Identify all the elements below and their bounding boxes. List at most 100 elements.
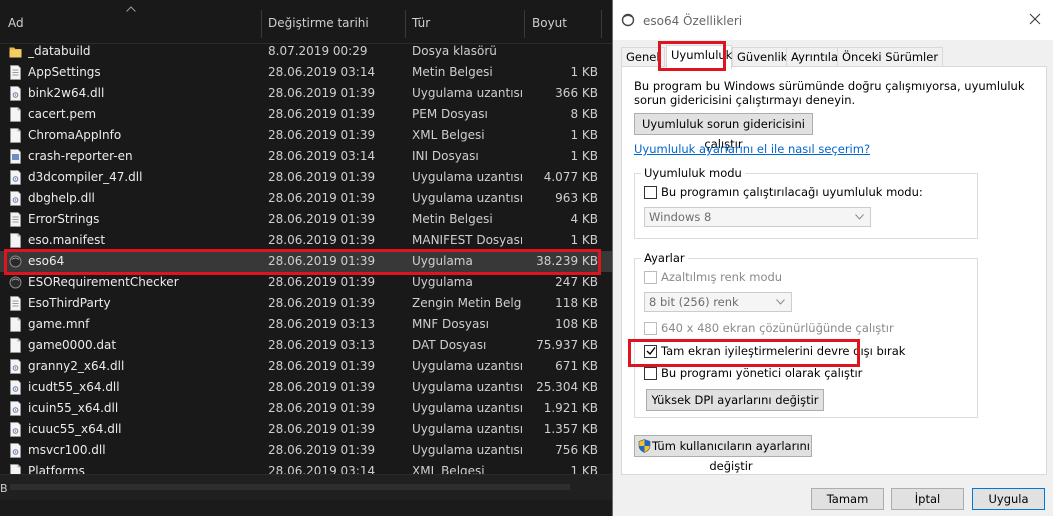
file-row[interactable]: ErrorStrings 28.06.2019 01:39 Metin Belges… <box>0 209 612 230</box>
file-row[interactable]: dbghelp.dll 28.06.2019 01:39 Uygulama uzan… <box>0 188 612 209</box>
cancel-button[interactable]: İptal <box>891 488 964 510</box>
file-row[interactable]: icuin55_x64.dll 28.06.2019 01:39 Uygulama … <box>0 398 612 419</box>
file-row[interactable]: game0000.dat 28.06.2019 03:13 DAT Dosyası 7… <box>0 335 612 356</box>
file-row[interactable]: bink2w64.dll 28.06.2019 01:39 Uygulama uza… <box>0 83 612 104</box>
reduced-color-checkbox[interactable] <box>644 271 657 284</box>
change-all-users-settings-button[interactable]: Tüm kullanıcıların ayarlarını değiştir <box>634 435 812 473</box>
file-icon-graphic <box>10 128 21 143</box>
dll-file-icon-graphic <box>10 170 21 185</box>
dll-file-icon-graphic <box>10 380 21 395</box>
dialog-titlebar[interactable]: eso64 Özellikleri <box>613 0 1053 40</box>
dll-file-icon <box>9 443 22 458</box>
file-size: 366 KB <box>555 86 598 100</box>
intro-text-line2: sorun gidericisini çalıştırmayı deneyin. <box>634 93 856 107</box>
file-type: Dosya klasörü <box>412 44 497 58</box>
compatibility-mode-checkbox[interactable] <box>644 186 657 199</box>
ok-button[interactable]: Tamam <box>811 488 884 510</box>
change-all-users-settings-label: Tüm kullanıcıların ayarlarını değiştir <box>651 439 810 473</box>
compatibility-mode-checkbox-label: Bu programın çalıştırılacağı uyumluluk m… <box>661 185 923 199</box>
horizontal-scrollbar[interactable] <box>0 474 612 500</box>
file-size: 118 KB <box>555 296 598 310</box>
file-name: icuuc55_x64.dll <box>28 422 122 436</box>
dll-file-icon <box>9 422 22 437</box>
high-dpi-settings-button[interactable]: Yüksek DPI ayarlarını değiştir <box>646 389 824 411</box>
file-type: MANIFEST Dosyası <box>412 233 522 247</box>
file-row[interactable]: ESORequirementChecker 28.06.2019 01:39 Uyg… <box>0 272 612 293</box>
low-resolution-label: 640 x 480 ekran çözünürlüğünde çalıştır <box>661 321 894 335</box>
file-row[interactable]: msvcr100.dll 28.06.2019 01:39 Uygulama uza… <box>0 440 612 461</box>
file-size: 1 KB <box>570 149 598 163</box>
file-type: Uygulama uzantısı <box>412 422 522 436</box>
dialog-title: eso64 Özellikleri <box>643 14 743 28</box>
scrollbar-thumb[interactable] <box>10 484 570 490</box>
color-depth-dropdown[interactable]: 8 bit (256) renk <box>644 292 792 312</box>
compatibility-mode-label: Uyumluluk modu <box>641 166 745 180</box>
file-name: ChromaAppInfo <box>28 128 122 142</box>
file-row[interactable]: icudt55_x64.dll 28.06.2019 01:39 Uygulama … <box>0 377 612 398</box>
column-type-header[interactable]: Tür <box>412 14 430 32</box>
column-divider[interactable] <box>524 10 525 38</box>
dll-file-icon <box>9 380 22 395</box>
run-as-admin-checkbox[interactable] <box>644 367 657 380</box>
file-size: 108 KB <box>555 317 598 331</box>
file-type: Zengin Metin Belg... <box>412 296 522 310</box>
tab-onceki-surumler[interactable]: Önceki Sürümler <box>837 47 944 67</box>
file-type: Uygulama uzantısı <box>412 380 522 394</box>
manual-settings-link[interactable]: Uyumluluk ayarlarını el ile nasıl seçeri… <box>634 142 870 156</box>
apply-button[interactable]: Uygula <box>972 488 1045 510</box>
file-row[interactable]: ChromaAppInfo 28.06.2019 01:39 XML Belgesi… <box>0 125 612 146</box>
file-row[interactable]: cacert.pem 28.06.2019 01:39 PEM Dosyası 8 K… <box>0 104 612 125</box>
file-date: 28.06.2019 01:39 <box>268 233 376 247</box>
file-row[interactable]: _databuild 8.07.2019 00:29 Dosya klasörü <box>0 41 612 62</box>
file-row[interactable]: d3dcompiler_47.dll 28.06.2019 01:39 Uygula… <box>0 167 612 188</box>
file-explorer: Ad Değiştirme tarihi Tür Boyut _databuil… <box>0 0 612 516</box>
file-date: 28.06.2019 03:13 <box>268 338 376 352</box>
highlight-fullscreen-option <box>628 339 860 367</box>
reduced-color-label: Azaltılmış renk modu <box>661 270 783 284</box>
file-row[interactable]: icuuc55_x64.dll 28.06.2019 01:39 Uygulama … <box>0 419 612 440</box>
file-name: bink2w64.dll <box>28 86 105 100</box>
column-size-header[interactable]: Boyut <box>532 14 567 32</box>
file-date: 28.06.2019 01:39 <box>268 275 376 289</box>
file-name: ErrorStrings <box>28 212 100 226</box>
file-row[interactable]: eso.manifest 28.06.2019 01:39 MANIFEST Dos… <box>0 230 612 251</box>
dll-file-icon-graphic <box>10 86 21 101</box>
column-divider[interactable] <box>405 10 406 38</box>
file-date: 28.06.2019 01:39 <box>268 212 376 226</box>
file-date: 28.06.2019 03:14 <box>268 149 376 163</box>
file-size: 671 KB <box>555 359 598 373</box>
file-name: AppSettings <box>28 65 101 79</box>
file-date: 28.06.2019 01:39 <box>268 380 376 394</box>
column-name-header[interactable]: Ad <box>8 14 24 32</box>
file-type: Metin Belgesi <box>412 65 493 79</box>
file-row[interactable]: EsoThirdParty 28.06.2019 01:39 Zengin Meti… <box>0 293 612 314</box>
file-row[interactable]: granny2_x64.dll 28.06.2019 01:39 Uygulama … <box>0 356 612 377</box>
file-row[interactable]: AppSettings 28.06.2019 03:14 Metin Belgesi… <box>0 62 612 83</box>
highlight-eso64-row <box>4 249 601 275</box>
highlight-uyumluluk-tab <box>658 41 726 71</box>
file-row[interactable]: crash-reporter-en 28.06.2019 03:14 INI Dos… <box>0 146 612 167</box>
dll-file-icon-graphic <box>10 359 21 374</box>
file-type: Uygulama uzantısı <box>412 359 522 373</box>
os-version-dropdown[interactable]: Windows 8 <box>644 207 871 227</box>
file-row[interactable]: game.mnf 28.06.2019 03:13 MNF Dosyası 108 K… <box>0 314 612 335</box>
column-divider[interactable] <box>601 10 602 38</box>
dll-file-icon <box>9 170 22 185</box>
column-divider[interactable] <box>261 10 262 38</box>
column-date-header[interactable]: Değiştirme tarihi <box>268 14 369 32</box>
close-icon[interactable] <box>1028 12 1042 26</box>
file-size: 1 KB <box>570 65 598 79</box>
file-date: 28.06.2019 01:39 <box>268 422 376 436</box>
low-resolution-checkbox[interactable] <box>644 322 657 335</box>
file-name: eso.manifest <box>28 233 106 247</box>
file-icon <box>9 338 22 353</box>
tab-guvenlik[interactable]: Güvenlik <box>732 47 793 67</box>
run-troubleshooter-button[interactable]: Uyumluluk sorun gidericisini çalıştır <box>634 113 813 151</box>
file-icon-graphic <box>10 107 21 122</box>
file-size: 4 KB <box>570 212 598 226</box>
chevron-down-icon <box>776 299 785 305</box>
file-name: granny2_x64.dll <box>28 359 125 373</box>
file-icon <box>9 233 22 248</box>
settings-file-icon-graphic <box>10 149 21 164</box>
dll-file-icon <box>9 191 22 206</box>
